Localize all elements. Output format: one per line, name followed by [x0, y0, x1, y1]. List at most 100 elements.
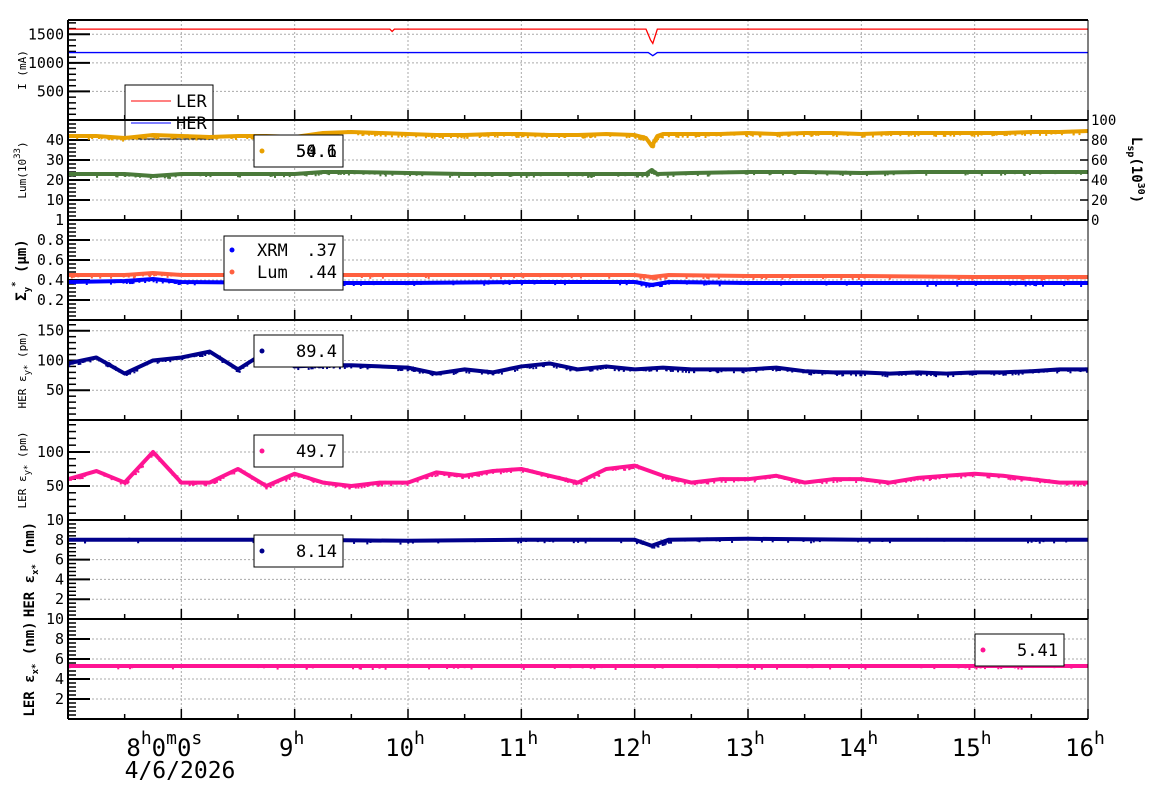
- data-point: [659, 277, 662, 280]
- data-point: [685, 282, 688, 285]
- data-point: [381, 276, 384, 279]
- data-point: [906, 372, 909, 375]
- data-point: [218, 173, 221, 176]
- data-point: [213, 172, 216, 175]
- data-point: [446, 667, 449, 670]
- data-point: [434, 475, 437, 478]
- data-point: [403, 173, 406, 176]
- data-point: [508, 282, 511, 285]
- data-point: [311, 478, 314, 481]
- legend-value-lum: .44: [306, 263, 337, 283]
- data-point: [707, 479, 710, 482]
- data-point: [738, 367, 741, 370]
- data-point: [516, 368, 519, 371]
- data-point: [85, 282, 88, 285]
- data-point: [999, 132, 1002, 135]
- data-point: [841, 477, 844, 480]
- data-point: [495, 665, 498, 668]
- data-point: [175, 281, 178, 284]
- data-point: [384, 480, 387, 483]
- data-point: [122, 281, 125, 284]
- data-point: [576, 134, 579, 137]
- data-point: [230, 472, 233, 475]
- data-point: [886, 173, 889, 176]
- data-point: [929, 131, 932, 134]
- data-point: [640, 540, 643, 543]
- data-point: [583, 664, 586, 667]
- data-point: [109, 362, 112, 365]
- data-point: [213, 136, 216, 139]
- data-point: [405, 365, 408, 368]
- data-point: [478, 370, 481, 373]
- data-point: [346, 365, 349, 368]
- right-y-tick-label: 40: [1091, 173, 1108, 189]
- data-point: [148, 272, 151, 275]
- data-point: [1021, 133, 1024, 136]
- data-point: [547, 361, 550, 364]
- data-point: [693, 280, 696, 283]
- data-point: [216, 355, 219, 358]
- data-point: [430, 373, 433, 376]
- data-point: [233, 365, 236, 368]
- data-point: [307, 367, 310, 370]
- data-point: [360, 275, 363, 278]
- data-point: [798, 172, 801, 175]
- data-point: [702, 665, 705, 668]
- data-point: [785, 477, 788, 480]
- panel-her_ex: 246810HER εx* (nm): [22, 511, 1089, 619]
- panel-her_ey: 50100150HER εy* (pm): [16, 319, 1089, 420]
- data-point: [71, 174, 74, 177]
- data-point: [117, 667, 120, 670]
- data-point: [824, 665, 827, 668]
- data-point: [971, 475, 974, 478]
- y-tick-label: 8: [55, 630, 64, 648]
- data-point: [811, 481, 814, 484]
- data-point: [519, 469, 522, 472]
- y-axis-label: LER εx* (nm): [22, 621, 41, 716]
- data-point: [738, 274, 741, 277]
- data-point: [428, 667, 431, 670]
- data-point: [909, 170, 912, 173]
- data-point: [863, 478, 866, 481]
- data-point: [860, 133, 863, 136]
- data-point: [666, 275, 669, 278]
- data-point: [169, 468, 172, 471]
- data-point: [590, 135, 593, 138]
- data-point: [671, 369, 674, 372]
- data-point: [584, 541, 587, 544]
- data-point: [700, 481, 703, 484]
- data-point: [1079, 483, 1082, 486]
- data-point: [102, 472, 105, 475]
- data-point: [106, 137, 109, 140]
- data-point: [938, 171, 941, 174]
- data-point: [587, 175, 590, 178]
- data-point: [1027, 131, 1030, 134]
- data-point: [1005, 133, 1008, 136]
- data-point: [705, 276, 708, 279]
- data-point: [456, 474, 459, 477]
- data-point: [195, 354, 198, 357]
- data-point: [116, 135, 119, 138]
- data-point: [924, 275, 927, 278]
- data-point: [493, 132, 496, 135]
- data-point: [947, 474, 950, 477]
- data-point: [483, 370, 486, 373]
- data-point: [452, 283, 455, 286]
- data-point: [390, 484, 393, 487]
- data-point: [219, 478, 222, 481]
- data-point: [882, 539, 885, 542]
- data-point: [704, 135, 707, 138]
- data-point: [934, 171, 937, 174]
- data-point: [716, 368, 719, 371]
- data-point: [581, 136, 584, 139]
- data-point: [136, 174, 139, 177]
- data-point: [407, 541, 410, 544]
- data-point: [619, 368, 622, 371]
- data-point: [178, 665, 181, 668]
- data-point: [802, 371, 805, 374]
- data-point: [323, 480, 326, 483]
- data-point: [442, 372, 445, 375]
- data-point: [1074, 172, 1077, 175]
- legend-value: 54.6: [296, 142, 337, 162]
- data-point: [455, 370, 458, 373]
